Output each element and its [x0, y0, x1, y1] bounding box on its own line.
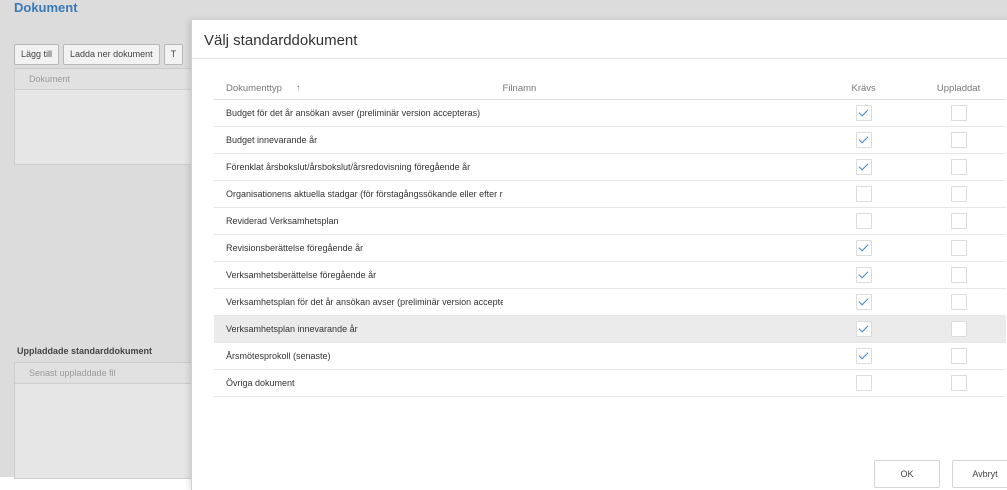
doc-type-cell: Årsmötesprokoll (senaste) — [226, 351, 331, 361]
required-checkbox[interactable] — [855, 240, 872, 256]
required-cell — [816, 132, 911, 148]
uploaded-cell — [911, 213, 1006, 229]
documents-heading: Dokument — [14, 0, 78, 15]
toolbar-button-partial[interactable]: T — [163, 44, 184, 65]
required-checkbox[interactable] — [855, 186, 872, 202]
required-checkbox[interactable] — [855, 105, 872, 121]
doc-type-cell: Budget för det år ansökan avser (prelimi… — [226, 108, 481, 118]
table-row[interactable]: Årsmötesprokoll (senaste) — [214, 343, 1006, 370]
required-cell — [816, 159, 911, 175]
uploaded-checkbox[interactable] — [950, 348, 967, 364]
uploaded-standard-documents-heading: Uppladdade standarddokument — [17, 346, 153, 356]
required-cell — [816, 240, 911, 256]
doc-type-cell: Verksamhetsberättelse föregående år — [226, 270, 377, 280]
required-cell — [816, 294, 911, 310]
uploaded-cell — [911, 267, 1006, 283]
uploaded-cell — [911, 240, 1006, 256]
table-row[interactable]: Organisationens aktuella stadgar (för fö… — [214, 181, 1006, 208]
uploaded-checkbox[interactable] — [950, 321, 967, 337]
doc-type-header[interactable]: Dokumenttyp ↑ — [214, 83, 503, 94]
doc-type-cell: Förenklat årsbokslut/årsbokslut/årsredov… — [226, 162, 471, 172]
uploaded-cell — [911, 321, 1006, 337]
required-checkbox[interactable] — [855, 267, 872, 283]
uploaded-cell — [911, 375, 1006, 391]
doc-type-header-label: Dokumenttyp — [226, 82, 282, 94]
select-standard-document-dialog: Välj standarddokument Dokumenttyp ↑ Filna… — [191, 20, 1007, 490]
required-checkbox[interactable] — [855, 321, 872, 337]
required-checkbox[interactable] — [855, 213, 872, 229]
required-checkbox[interactable] — [855, 294, 872, 310]
uploaded-checkbox[interactable] — [950, 240, 967, 256]
table-row[interactable]: Verksamhetsberättelse föregående år — [214, 262, 1006, 289]
uploaded-documents-panel: Senast uppladdade fil — [14, 362, 192, 479]
table-row[interactable]: Förenklat årsbokslut/årsbokslut/årsredov… — [214, 154, 1006, 181]
doc-type-cell: Verksamhetsplan innevarande år — [226, 324, 358, 334]
documents-toolbar: Lägg till Ladda ner dokument T — [14, 44, 184, 65]
uploaded-checkbox[interactable] — [950, 213, 967, 229]
uploaded-cell — [911, 348, 1006, 364]
uploaded-checkbox[interactable] — [950, 159, 967, 175]
documents-column-header: Dokument — [15, 69, 191, 90]
uploaded-cell — [911, 186, 1006, 202]
filename-header[interactable]: Filnamn — [503, 83, 817, 94]
required-checkbox[interactable] — [855, 132, 872, 148]
download-documents-button[interactable]: Ladda ner dokument — [63, 44, 160, 65]
uploaded-cell — [911, 294, 1006, 310]
required-cell — [816, 375, 911, 391]
required-cell — [816, 105, 911, 121]
doc-type-cell: Budget innevarande år — [226, 135, 318, 145]
table-row[interactable]: Övriga dokument — [214, 370, 1006, 397]
required-checkbox[interactable] — [855, 159, 872, 175]
table-row[interactable]: Verksamhetsplan för det år ansökan avser… — [214, 289, 1006, 316]
uploaded-cell — [911, 132, 1006, 148]
uploaded-cell — [911, 159, 1006, 175]
doc-type-cell: Reviderad Verksamhetsplan — [226, 216, 339, 226]
ok-button[interactable]: OK — [874, 460, 940, 488]
required-cell — [816, 213, 911, 229]
required-cell — [816, 186, 911, 202]
add-button[interactable]: Lägg till — [14, 44, 60, 65]
table-row[interactable]: Reviderad Verksamhetsplan — [214, 208, 1006, 235]
table-row[interactable]: Budget för det år ansökan avser (prelimi… — [214, 100, 1006, 127]
documents-panel: Dokument — [14, 68, 192, 165]
required-checkbox[interactable] — [855, 348, 872, 364]
required-checkbox[interactable] — [855, 375, 872, 391]
latest-file-column-header: Senast uppladdade fil — [15, 363, 191, 384]
uploaded-checkbox[interactable] — [950, 132, 967, 148]
uploaded-header[interactable]: Uppladdat — [911, 83, 1006, 94]
table-row[interactable]: Revisionsberättelse föregående år — [214, 235, 1006, 262]
required-cell — [816, 348, 911, 364]
doc-type-cell: Övriga dokument — [226, 378, 295, 388]
sort-ascending-icon: ↑ — [295, 82, 301, 94]
uploaded-checkbox[interactable] — [950, 105, 967, 121]
uploaded-checkbox[interactable] — [950, 186, 967, 202]
uploaded-checkbox[interactable] — [950, 375, 967, 391]
uploaded-checkbox[interactable] — [950, 267, 967, 283]
doc-type-cell: Organisationens aktuella stadgar (för fö… — [226, 189, 503, 199]
cancel-button[interactable]: Avbryt — [952, 460, 1007, 488]
required-header[interactable]: Krävs — [816, 83, 911, 94]
doc-type-cell: Verksamhetsplan för det år ansökan avser… — [226, 297, 503, 307]
uploaded-checkbox[interactable] — [950, 294, 967, 310]
dialog-title: Välj standarddokument — [204, 32, 358, 49]
required-cell — [816, 321, 911, 337]
doc-type-cell: Revisionsberättelse föregående år — [226, 243, 364, 253]
table-row[interactable]: Budget innevarande år — [214, 127, 1006, 154]
uploaded-cell — [911, 105, 1006, 121]
required-cell — [816, 267, 911, 283]
table-body: Budget för det år ansökan avser (prelimi… — [214, 100, 1006, 397]
title-divider — [192, 58, 1007, 59]
documents-table: Dokumenttyp ↑ Filnamn Krävs Uppladdat Bud… — [214, 77, 1006, 397]
table-header: Dokumenttyp ↑ Filnamn Krävs Uppladdat — [214, 77, 1006, 100]
table-row[interactable]: Verksamhetsplan innevarande år — [214, 316, 1006, 343]
